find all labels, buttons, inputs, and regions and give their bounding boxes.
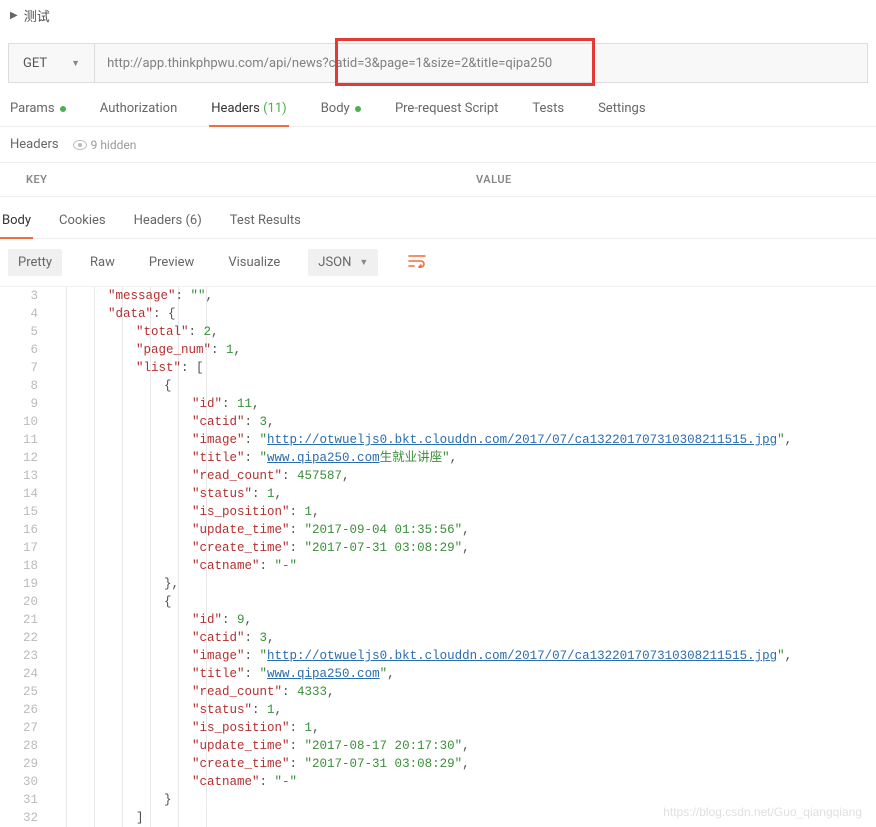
code-line: } xyxy=(52,791,876,809)
raw-button[interactable]: Raw xyxy=(84,251,121,274)
response-toolbar: Pretty Raw Preview Visualize JSON▼ xyxy=(0,239,876,287)
code-line: "id": 11, xyxy=(52,395,876,413)
value-column-header: VALUE xyxy=(450,163,538,196)
response-body[interactable]: 3456789101112131415161718192021222324252… xyxy=(0,287,876,827)
response-tab-test-results[interactable]: Test Results xyxy=(228,213,303,238)
code-line: { xyxy=(52,593,876,611)
chevron-down-icon: ▼ xyxy=(359,257,368,268)
code-line: }, xyxy=(52,575,876,593)
hidden-headers-toggle[interactable]: 9 hidden xyxy=(73,138,137,152)
pretty-button[interactable]: Pretty xyxy=(8,249,62,276)
method-label: GET xyxy=(23,56,47,71)
code-line: "list": [ xyxy=(52,359,876,377)
response-tab-headers[interactable]: Headers (6) xyxy=(132,213,204,238)
line-gutter: 3456789101112131415161718192021222324252… xyxy=(0,287,52,827)
code-line: "catid": 3, xyxy=(52,413,876,431)
tab-headers[interactable]: Headers (11) xyxy=(209,101,288,126)
tab-tests[interactable]: Tests xyxy=(530,101,566,126)
url-bar: GET ▼ http://app.thinkphpwu.com/api/news… xyxy=(8,43,868,83)
code-line: "image": "http://otwueljs0.bkt.clouddn.c… xyxy=(52,431,876,449)
method-select[interactable]: GET ▼ xyxy=(9,44,95,82)
response-tab-cookies[interactable]: Cookies xyxy=(57,213,108,238)
code-line: "is_position": 1, xyxy=(52,503,876,521)
collection-title: 测试 xyxy=(24,6,50,25)
response-tabs: Body Cookies Headers (6) Test Results xyxy=(0,201,876,239)
collection-header[interactable]: ▶ 测试 xyxy=(0,0,876,31)
code-line: "title": "www.qipa250.com", xyxy=(52,665,876,683)
code-line: "is_position": 1, xyxy=(52,719,876,737)
kv-table-header: KEY VALUE xyxy=(0,162,876,197)
code-line: "image": "http://otwueljs0.bkt.clouddn.c… xyxy=(52,647,876,665)
preview-button[interactable]: Preview xyxy=(143,251,200,274)
headers-subheader: Headers 9 hidden xyxy=(0,127,876,162)
tab-params[interactable]: Params xyxy=(8,101,68,126)
code-line: "create_time": "2017-07-31 03:08:29", xyxy=(52,539,876,557)
code-line: "update_time": "2017-08-17 20:17:30", xyxy=(52,737,876,755)
eye-icon xyxy=(73,140,87,150)
code-line: { xyxy=(52,377,876,395)
tab-prerequest[interactable]: Pre-request Script xyxy=(393,101,500,126)
code-line: "message": "", xyxy=(52,287,876,305)
expand-icon: ▶ xyxy=(10,10,18,21)
code-line: "status": 1, xyxy=(52,485,876,503)
visualize-button[interactable]: Visualize xyxy=(222,251,286,274)
key-column-header: KEY xyxy=(0,163,450,196)
headers-label: Headers xyxy=(10,137,59,152)
code-line: "create_time": "2017-07-31 03:08:29", xyxy=(52,755,876,773)
tab-body[interactable]: Body xyxy=(319,101,363,126)
wrap-lines-icon[interactable] xyxy=(400,249,434,276)
code-line: "catname": "-" xyxy=(52,557,876,575)
code-line: "catid": 3, xyxy=(52,629,876,647)
request-tabs: Params Authorization Headers (11) Body P… xyxy=(0,83,876,127)
code-line: "id": 9, xyxy=(52,611,876,629)
code-line: "title": "www.qipa250.com生就业讲座", xyxy=(52,449,876,467)
code-line: "read_count": 457587, xyxy=(52,467,876,485)
tab-authorization[interactable]: Authorization xyxy=(98,101,180,126)
tab-settings[interactable]: Settings xyxy=(596,101,647,126)
code-line: ] xyxy=(52,809,876,827)
response-tab-body[interactable]: Body xyxy=(0,213,33,238)
chevron-down-icon: ▼ xyxy=(71,58,80,69)
code-content: https://blog.csdn.net/Guo_qiangqiang "me… xyxy=(52,287,876,827)
code-line: "status": 1, xyxy=(52,701,876,719)
code-line: "catname": "-" xyxy=(52,773,876,791)
format-select[interactable]: JSON▼ xyxy=(308,249,378,276)
code-line: "data": { xyxy=(52,305,876,323)
url-text: http://app.thinkphpwu.com/api/news?catid… xyxy=(107,56,552,71)
url-input[interactable]: http://app.thinkphpwu.com/api/news?catid… xyxy=(95,44,867,82)
code-line: "total": 2, xyxy=(52,323,876,341)
code-line: "page_num": 1, xyxy=(52,341,876,359)
code-line: "read_count": 4333, xyxy=(52,683,876,701)
code-line: "update_time": "2017-09-04 01:35:56", xyxy=(52,521,876,539)
